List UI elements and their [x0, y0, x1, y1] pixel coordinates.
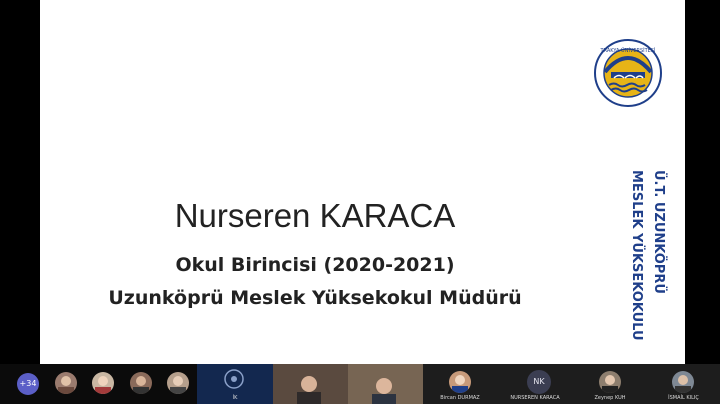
participant-avatar[interactable]: [92, 372, 114, 394]
more-participants-button[interactable]: +34: [17, 373, 39, 395]
participant-tile[interactable]: Bircan DURMAZ: [423, 364, 497, 404]
vertical-text-1: MESLEK YÜKSEKOKULU: [629, 170, 645, 341]
initials-avatar[interactable]: NK: [527, 370, 551, 394]
participant-name: NURSEREN KARACA: [510, 395, 560, 401]
person-name: Nurseren KARACA: [174, 197, 456, 234]
participant-avatar[interactable]: [130, 372, 152, 394]
participant-avatar: [672, 371, 694, 393]
participant-name: Bircan DURMAZ: [440, 395, 480, 401]
participant-avatar: [599, 371, 621, 393]
award-line: Okul Birincisi (2020-2021): [175, 254, 455, 276]
participant-video-tile[interactable]: [348, 364, 423, 404]
title-line: Uzunköprü Meslek Yüksekokul Müdürü: [108, 287, 522, 309]
participant-avatar: [449, 371, 471, 393]
participant-tile[interactable]: Zeynep KUH: [573, 364, 647, 404]
presenter-icon: [224, 369, 244, 389]
participant-video-tile[interactable]: [273, 364, 348, 404]
participant-avatar[interactable]: [55, 372, 77, 394]
participant-avatar[interactable]: [167, 372, 189, 394]
university-logo: TRAKYA ÜNİVERSİTESİ: [594, 39, 662, 107]
logo-text: TRAKYA ÜNİVERSİTESİ: [600, 47, 656, 54]
participant-name: Zeynep KUH: [594, 395, 626, 401]
screen-share-tile[interactable]: İK: [197, 364, 273, 404]
vertical-school-text: MESLEK YÜKSEKOKULU Ü.T. UZUNKÖPRÜ: [629, 170, 667, 341]
vertical-text-2: Ü.T. UZUNKÖPRÜ: [651, 170, 667, 294]
participant-tile[interactable]: İSMAİL KILIÇ: [647, 364, 720, 404]
presentation-slide: TRAKYA ÜNİVERSİTESİ MESLEK YÜKSEKOKULU Ü…: [40, 0, 685, 364]
participant-name: İSMAİL KILIÇ: [668, 395, 699, 401]
tile-label: İK: [232, 395, 238, 401]
